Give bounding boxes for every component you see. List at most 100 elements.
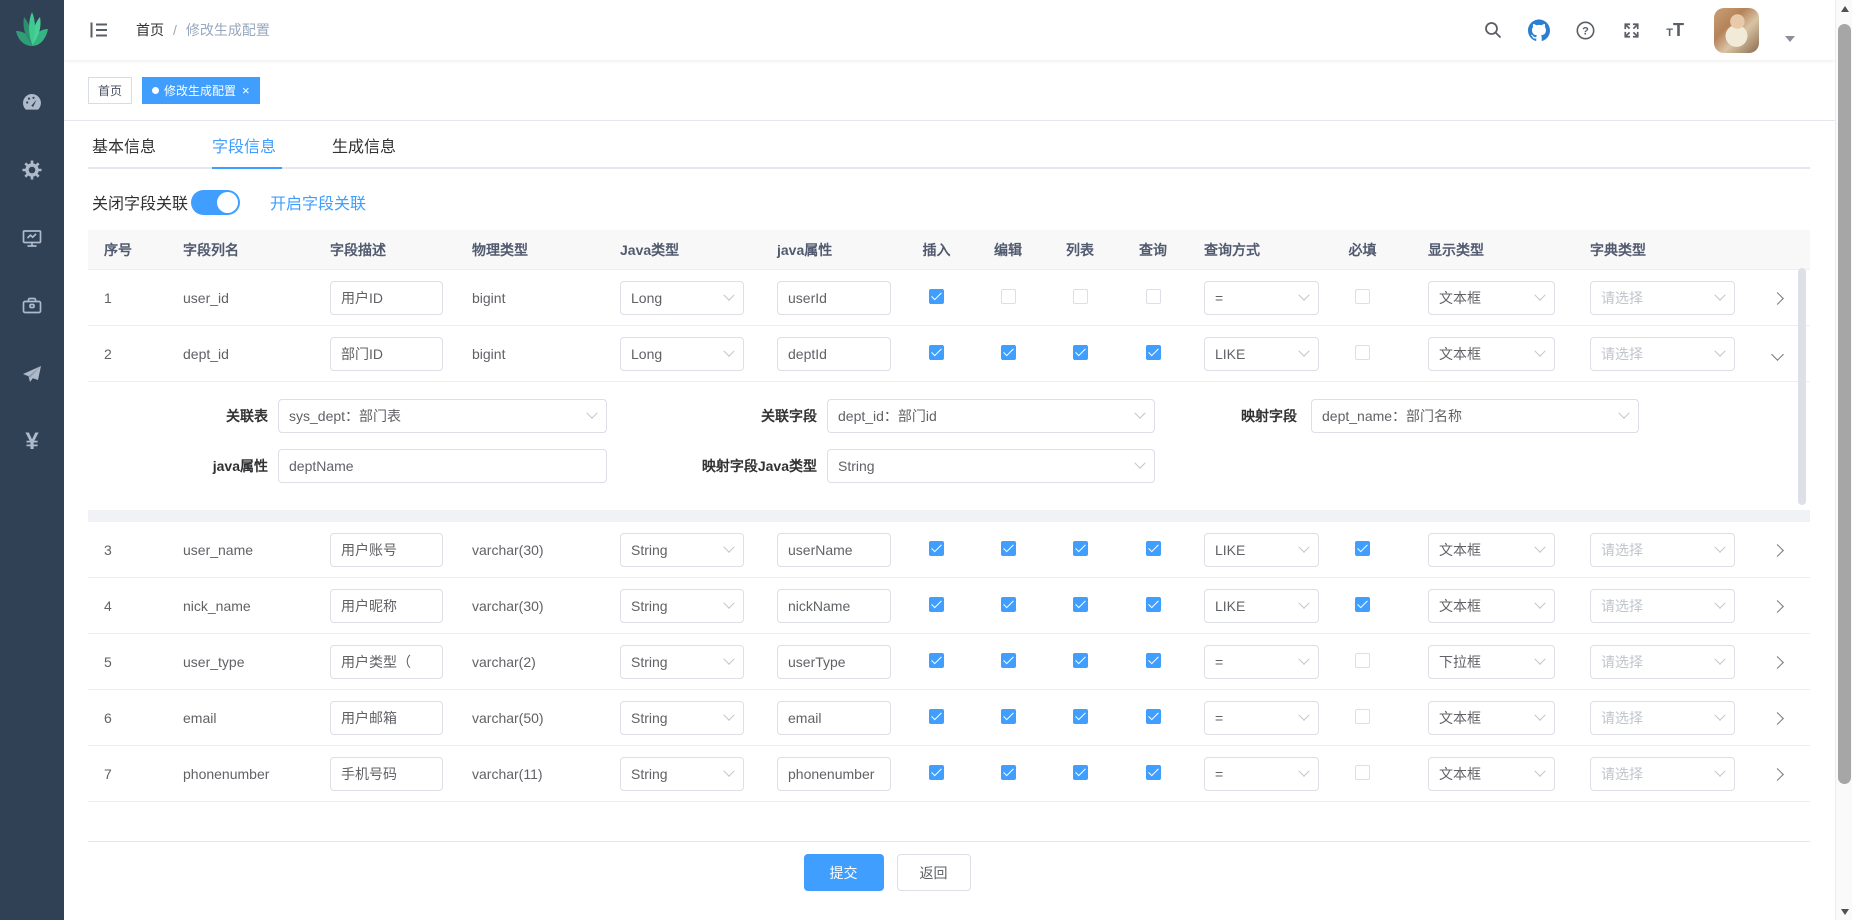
query-type-select[interactable]: LIKE xyxy=(1204,533,1319,567)
checkbox-edit[interactable] xyxy=(1001,765,1016,780)
dict-type-select[interactable]: 请选择 xyxy=(1590,589,1735,623)
checkbox-list[interactable] xyxy=(1073,709,1088,724)
java-field-input[interactable] xyxy=(777,533,891,567)
checkbox-list[interactable] xyxy=(1073,765,1088,780)
query-type-select[interactable]: = xyxy=(1204,701,1319,735)
avatar-caret-down-icon[interactable] xyxy=(1785,36,1795,42)
sidebar-item-monitor[interactable] xyxy=(0,204,64,272)
checkbox-list[interactable] xyxy=(1073,597,1088,612)
tag-generator-config[interactable]: 修改生成配置 × xyxy=(142,77,260,104)
expand-toggle-icon[interactable] xyxy=(1771,600,1784,613)
mapping-java-type-select[interactable]: String xyxy=(827,449,1155,483)
checkbox-required[interactable] xyxy=(1355,765,1370,780)
checkbox-query[interactable] xyxy=(1146,345,1161,360)
java-type-select[interactable]: String xyxy=(620,757,744,791)
app-logo[interactable] xyxy=(0,0,64,60)
java-type-select[interactable]: Long xyxy=(620,337,744,371)
fullscreen-icon[interactable] xyxy=(1620,19,1642,41)
checkbox-list[interactable] xyxy=(1073,653,1088,668)
checkbox-insert[interactable] xyxy=(929,709,944,724)
checkbox-query[interactable] xyxy=(1146,765,1161,780)
checkbox-list[interactable] xyxy=(1073,289,1088,304)
java-type-select[interactable]: String xyxy=(620,589,744,623)
expand-toggle-icon[interactable] xyxy=(1771,712,1784,725)
expand-toggle-icon[interactable] xyxy=(1771,656,1784,669)
relation-toggle-switch[interactable] xyxy=(191,190,240,215)
checkbox-edit[interactable] xyxy=(1001,541,1016,556)
column-desc-input[interactable] xyxy=(330,337,443,371)
checkbox-insert[interactable] xyxy=(929,597,944,612)
checkbox-insert[interactable] xyxy=(929,653,944,668)
checkbox-query[interactable] xyxy=(1146,709,1161,724)
java-type-select[interactable]: String xyxy=(620,701,744,735)
tag-close-icon[interactable]: × xyxy=(242,84,250,97)
query-type-select[interactable]: = xyxy=(1204,281,1319,315)
dict-type-select[interactable]: 请选择 xyxy=(1590,701,1735,735)
tab-field-info[interactable]: 字段信息 xyxy=(212,133,276,167)
checkbox-list[interactable] xyxy=(1073,345,1088,360)
browser-scrollbar-thumb[interactable] xyxy=(1838,24,1851,784)
html-type-select[interactable]: 文本框 xyxy=(1428,701,1555,735)
sidebar-item-system[interactable] xyxy=(0,136,64,204)
checkbox-edit[interactable] xyxy=(1001,289,1016,304)
checkbox-query[interactable] xyxy=(1146,597,1161,612)
expand-toggle-icon[interactable] xyxy=(1771,292,1784,305)
relation-field-select[interactable]: dept_id：部门id xyxy=(827,399,1155,433)
expand-toggle-icon[interactable] xyxy=(1771,544,1784,557)
checkbox-edit[interactable] xyxy=(1001,345,1016,360)
column-desc-input[interactable] xyxy=(330,701,443,735)
help-icon[interactable]: ? xyxy=(1574,19,1596,41)
checkbox-query[interactable] xyxy=(1146,653,1161,668)
java-field-input[interactable] xyxy=(777,337,891,371)
query-type-select[interactable]: LIKE xyxy=(1204,589,1319,623)
html-type-select[interactable]: 文本框 xyxy=(1428,337,1555,371)
breadcrumb-home[interactable]: 首页 xyxy=(136,20,164,40)
checkbox-insert[interactable] xyxy=(929,345,944,360)
checkbox-insert[interactable] xyxy=(929,541,944,556)
sidebar-fold-icon[interactable] xyxy=(88,19,110,41)
search-icon[interactable] xyxy=(1482,19,1504,41)
java-attr-input[interactable] xyxy=(278,449,607,483)
java-field-input[interactable] xyxy=(777,645,891,679)
font-size-icon[interactable]: TT xyxy=(1666,21,1684,39)
table-scrollbar-thumb[interactable] xyxy=(1798,268,1806,505)
sidebar-item-tool[interactable] xyxy=(0,272,64,340)
expand-toggle-icon[interactable] xyxy=(1771,348,1784,361)
checkbox-required[interactable] xyxy=(1355,597,1370,612)
relation-table-select[interactable]: sys_dept：部门表 xyxy=(278,399,607,433)
tab-basic-info[interactable]: 基本信息 xyxy=(92,133,156,167)
submit-button[interactable]: 提交 xyxy=(804,854,884,891)
tag-home[interactable]: 首页 xyxy=(88,77,132,104)
checkbox-edit[interactable] xyxy=(1001,709,1016,724)
checkbox-insert[interactable] xyxy=(929,289,944,304)
sidebar-item-dashboard[interactable] xyxy=(0,68,64,136)
java-type-select[interactable]: Long xyxy=(620,281,744,315)
checkbox-required[interactable] xyxy=(1355,709,1370,724)
column-desc-input[interactable] xyxy=(330,589,443,623)
html-type-select[interactable]: 文本框 xyxy=(1428,533,1555,567)
column-desc-input[interactable] xyxy=(330,757,443,791)
mapping-field-select[interactable]: dept_name：部门名称 xyxy=(1311,399,1639,433)
column-desc-input[interactable] xyxy=(330,533,443,567)
dict-type-select[interactable]: 请选择 xyxy=(1590,533,1735,567)
query-type-select[interactable]: = xyxy=(1204,645,1319,679)
checkbox-query[interactable] xyxy=(1146,541,1161,556)
html-type-select[interactable]: 下拉框 xyxy=(1428,645,1555,679)
checkbox-required[interactable] xyxy=(1355,289,1370,304)
checkbox-edit[interactable] xyxy=(1001,653,1016,668)
java-field-input[interactable] xyxy=(777,701,891,735)
checkbox-required[interactable] xyxy=(1355,541,1370,556)
user-avatar[interactable] xyxy=(1714,8,1759,53)
dict-type-select[interactable]: 请选择 xyxy=(1590,337,1735,371)
scrollbar-down-arrow[interactable] xyxy=(1836,903,1852,920)
dict-type-select[interactable]: 请选择 xyxy=(1590,757,1735,791)
query-type-select[interactable]: = xyxy=(1204,757,1319,791)
github-icon[interactable] xyxy=(1528,19,1550,41)
sidebar-item-guide[interactable] xyxy=(0,340,64,408)
checkbox-edit[interactable] xyxy=(1001,597,1016,612)
expand-toggle-icon[interactable] xyxy=(1771,768,1784,781)
checkbox-required[interactable] xyxy=(1355,345,1370,360)
column-desc-input[interactable] xyxy=(330,281,443,315)
dict-type-select[interactable]: 请选择 xyxy=(1590,281,1735,315)
java-field-input[interactable] xyxy=(777,757,891,791)
